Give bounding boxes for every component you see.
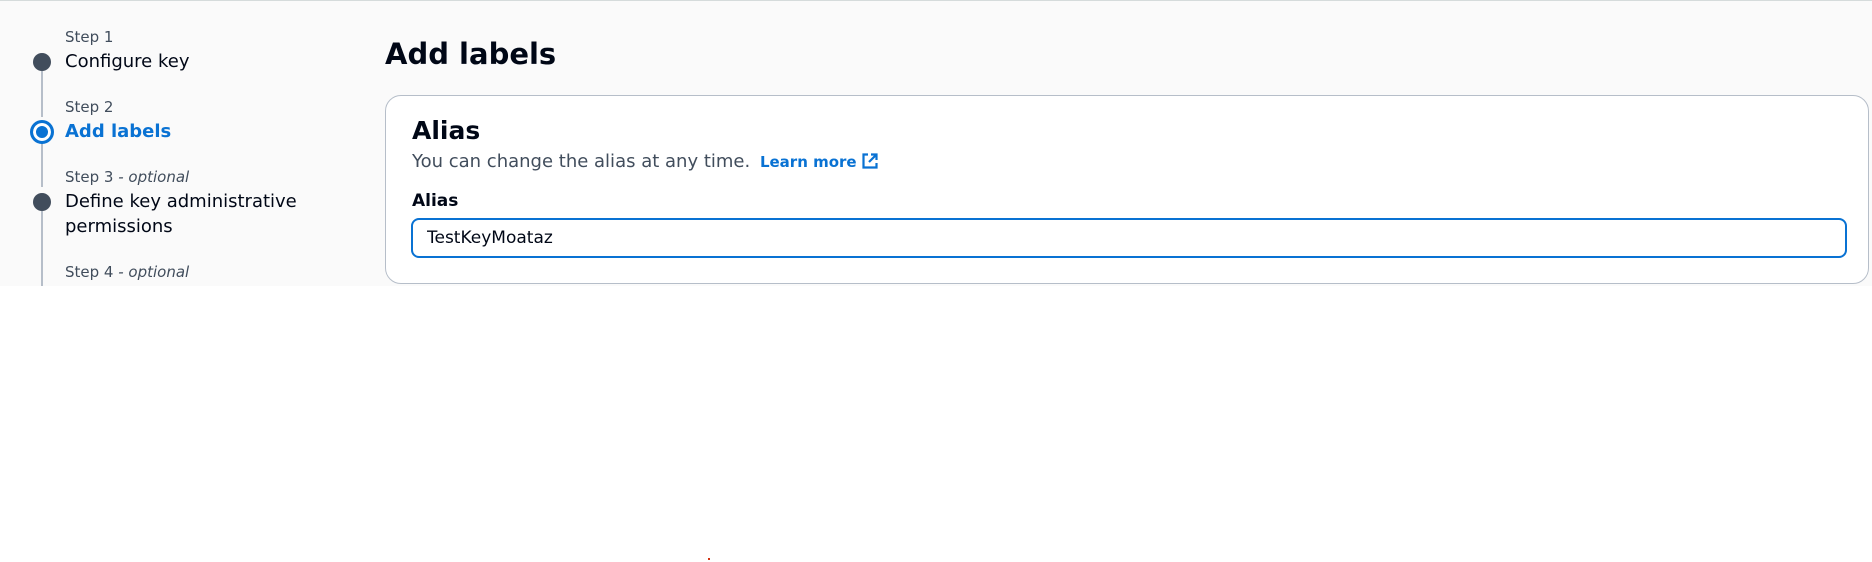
learn-more-link[interactable]: Learn more: [760, 153, 879, 171]
step-number: Step 3 - optional: [65, 168, 190, 186]
page-title: Add labels: [385, 37, 557, 71]
cursor-mark: [708, 558, 710, 560]
step-number: Step 2: [65, 98, 114, 116]
step-pending-indicator: [33, 193, 51, 211]
section-title: Alias: [412, 116, 481, 145]
step-title[interactable]: Add labels: [65, 119, 305, 144]
step-connector: [41, 141, 43, 187]
step-connector: [41, 211, 43, 286]
wizard-navigation: Step 1 Configure key Step 2 Add labels S…: [0, 1, 340, 286]
step-active-indicator: [30, 120, 54, 144]
alias-input[interactable]: [411, 218, 1847, 258]
step-complete-indicator: [33, 53, 51, 71]
description-text: You can change the alias at any time.: [412, 151, 751, 172]
content-area: Step 1 Configure key Step 2 Add labels S…: [0, 0, 1872, 286]
step-title[interactable]: Configure key: [65, 49, 305, 74]
alias-container: Alias You can change the alias at any ti…: [385, 95, 1869, 284]
learn-more-label: Learn more: [759, 153, 857, 171]
step-title[interactable]: Define key administrative permissions: [65, 189, 305, 239]
alias-field-label: Alias: [412, 191, 459, 211]
step-number: Step 4 - optional: [65, 263, 190, 281]
section-description: You can change the alias at any time. Le…: [412, 151, 879, 174]
external-link-icon: [861, 152, 879, 174]
step-number: Step 1: [65, 28, 114, 46]
step-connector: [41, 71, 43, 117]
viewport: Step 1 Configure key Step 2 Add labels S…: [0, 0, 1872, 562]
